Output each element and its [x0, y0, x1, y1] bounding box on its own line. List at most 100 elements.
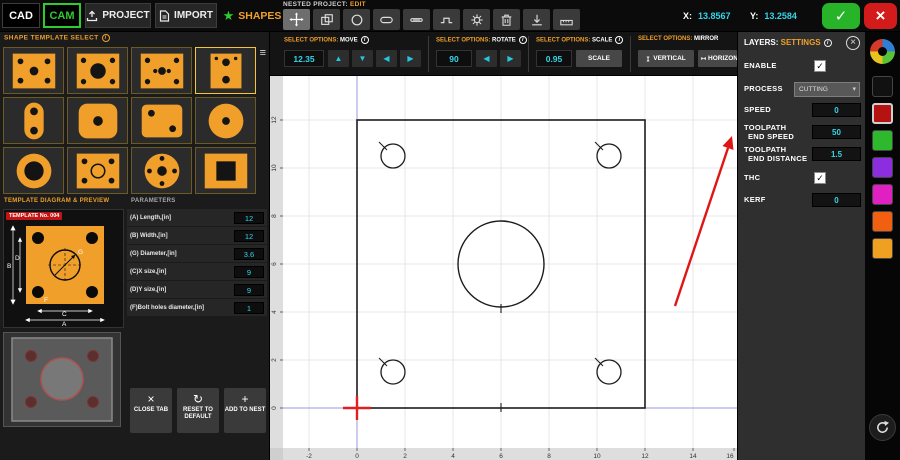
layer-color-strip [865, 32, 900, 460]
toolbar-button-duplicate[interactable] [313, 9, 340, 30]
layer-settings-gear-icon[interactable] [870, 39, 895, 64]
shape-template-tile-11[interactable] [131, 147, 192, 194]
document-icon [159, 10, 170, 22]
shape-template-tile-7[interactable] [131, 97, 192, 144]
layer-color-purple[interactable] [872, 157, 893, 178]
parameter-label: (F)Bolt holes diameter,[in] [130, 305, 204, 311]
rotate-angle-input[interactable] [436, 50, 472, 67]
parameter-value-input[interactable]: 12 [234, 230, 264, 242]
refresh-button[interactable] [869, 414, 896, 441]
scale-apply-button[interactable]: SCALE [576, 50, 622, 67]
star-icon: ★ [223, 9, 235, 22]
move-right-button[interactable]: ▶ [400, 50, 421, 67]
layers-panel-close-button[interactable]: × [846, 36, 860, 50]
toolbar-button-export[interactable] [523, 9, 550, 30]
close-tab-button[interactable]: × CLOSE TAB [130, 388, 172, 433]
cursor-coordinates: X: 13.8567 Y: 13.2584 [683, 11, 810, 21]
toolpath-end-speed-input[interactable] [812, 125, 861, 139]
shape-template-tile-5[interactable] [3, 97, 64, 144]
layers-title-text: LAYERS: [744, 38, 778, 47]
dim-label-f: F [44, 297, 48, 304]
rotate-ccw-button[interactable]: ◀ [476, 50, 497, 67]
confirm-button[interactable]: ✓ [822, 3, 860, 29]
parameter-value-input[interactable]: 12 [234, 212, 264, 224]
mirror-options-header: SELECT OPTIONS: MIRROR [638, 36, 718, 42]
cad-tab-button[interactable]: CAD [2, 3, 40, 28]
parameter-row: (B) Width,[in] 12 [127, 227, 267, 244]
layer-color-green[interactable] [872, 130, 893, 151]
info-icon [824, 39, 832, 47]
shape-template-tile-4[interactable] [195, 47, 256, 94]
speed-input[interactable] [812, 103, 861, 117]
import-button[interactable]: IMPORT [155, 3, 217, 28]
rotate-cw-button[interactable]: ▶ [500, 50, 521, 67]
toolbar-button-settings[interactable] [463, 9, 490, 30]
parameter-label: (B) Width,[in] [130, 233, 168, 239]
move-up-button[interactable]: ▲ [328, 50, 349, 67]
shape-template-tile-8[interactable] [195, 97, 256, 144]
layer-color-orange[interactable] [872, 211, 893, 232]
reset-to-default-button[interactable]: ↻ RESET TO DEFAULT [177, 388, 219, 433]
toolbar-button-move[interactable] [283, 9, 310, 30]
kerf-input[interactable] [812, 193, 861, 207]
shapes-button-label: SHAPES [238, 10, 281, 22]
move-left-button[interactable]: ◀ [376, 50, 397, 67]
shapes-button[interactable]: ★ SHAPES [221, 3, 283, 28]
toolbar-button-measure[interactable] [553, 9, 580, 30]
shape-template-tile-2[interactable] [67, 47, 128, 94]
template-diagram: TEMPLATE No. 004 B D C A G F [3, 209, 124, 328]
parameter-row: (D)Y size,[in] 9 [127, 281, 267, 298]
process-dropdown[interactable]: CUTTING ▾ [794, 82, 860, 97]
toolbar-button-circle[interactable] [343, 9, 370, 30]
parameter-value-input[interactable]: 1 [234, 302, 264, 314]
add-to-nest-button[interactable]: + ADD TO NEST [224, 388, 266, 433]
shape-template-panel: SHAPE TEMPLATE SELECT ≡ TEMPLATE DIAGRAM… [0, 32, 270, 460]
template-list-menu-icon[interactable]: ≡ [260, 48, 266, 58]
drawing-canvas[interactable]: 0 2 4 6 8 10 12 -2 0 2 [270, 76, 737, 460]
move-down-button[interactable]: ▼ [352, 50, 373, 67]
toolbar-button-obround[interactable] [373, 9, 400, 30]
project-button-label: PROJECT [102, 10, 149, 21]
enable-checkbox[interactable]: ✓ [814, 60, 826, 72]
toolpath-end-distance-input[interactable] [812, 147, 861, 161]
thc-checkbox[interactable]: ✓ [814, 172, 826, 184]
layer-color-amber[interactable] [872, 238, 893, 259]
y-coord-label: Y: [750, 11, 758, 21]
cam-tab-button[interactable]: CAM [43, 3, 81, 28]
shape-template-tile-12[interactable] [195, 147, 256, 194]
dim-label-g: G [78, 249, 83, 256]
shape-template-tile-10[interactable] [67, 147, 128, 194]
toolbar-button-delete[interactable] [493, 9, 520, 30]
trash-icon [500, 13, 513, 27]
toolpath-end-speed-label: TOOLPATH END SPEED [744, 124, 794, 141]
close-icon: × [130, 391, 172, 407]
toolbar-button-tab[interactable] [433, 9, 460, 30]
canvas-drawing[interactable]: 0 2 4 6 8 10 12 -2 0 2 [270, 76, 737, 460]
gear-icon [470, 13, 484, 27]
parameter-label: (G) Diameter,[in] [130, 251, 177, 257]
shape-template-tile-1[interactable] [3, 47, 64, 94]
layer-color-black[interactable] [872, 76, 893, 97]
parameter-label: (D)Y size,[in] [130, 287, 166, 293]
move-distance-input[interactable] [284, 50, 324, 67]
template-grid [3, 47, 255, 194]
download-icon [530, 13, 544, 27]
parameter-value-input[interactable]: 9 [234, 284, 264, 296]
shape-template-tile-6[interactable] [67, 97, 128, 144]
scale-factor-input[interactable] [536, 50, 572, 67]
toolbar-button-slot[interactable] [403, 9, 430, 30]
shape-template-tile-9[interactable] [3, 147, 64, 194]
parameters-title: PARAMETERS [131, 198, 176, 204]
mirror-horizontal-button[interactable]: ▸◂ HORIZONTAL [698, 50, 737, 67]
mirror-vertical-button[interactable]: ▸◂ VERTICAL [638, 50, 694, 67]
parameter-value-input[interactable]: 3.6 [234, 248, 264, 260]
x-tick: 4 [451, 453, 455, 460]
shape-template-tile-3[interactable] [131, 47, 192, 94]
project-button[interactable]: PROJECT [85, 3, 151, 28]
cancel-button[interactable]: × [864, 3, 897, 29]
layer-color-red[interactable] [872, 103, 893, 124]
parameter-value-input[interactable]: 9 [234, 266, 264, 278]
select-options-prefix: SELECT OPTIONS: [436, 38, 490, 44]
layer-color-magenta[interactable] [872, 184, 893, 205]
x-tick: 2 [403, 453, 407, 460]
